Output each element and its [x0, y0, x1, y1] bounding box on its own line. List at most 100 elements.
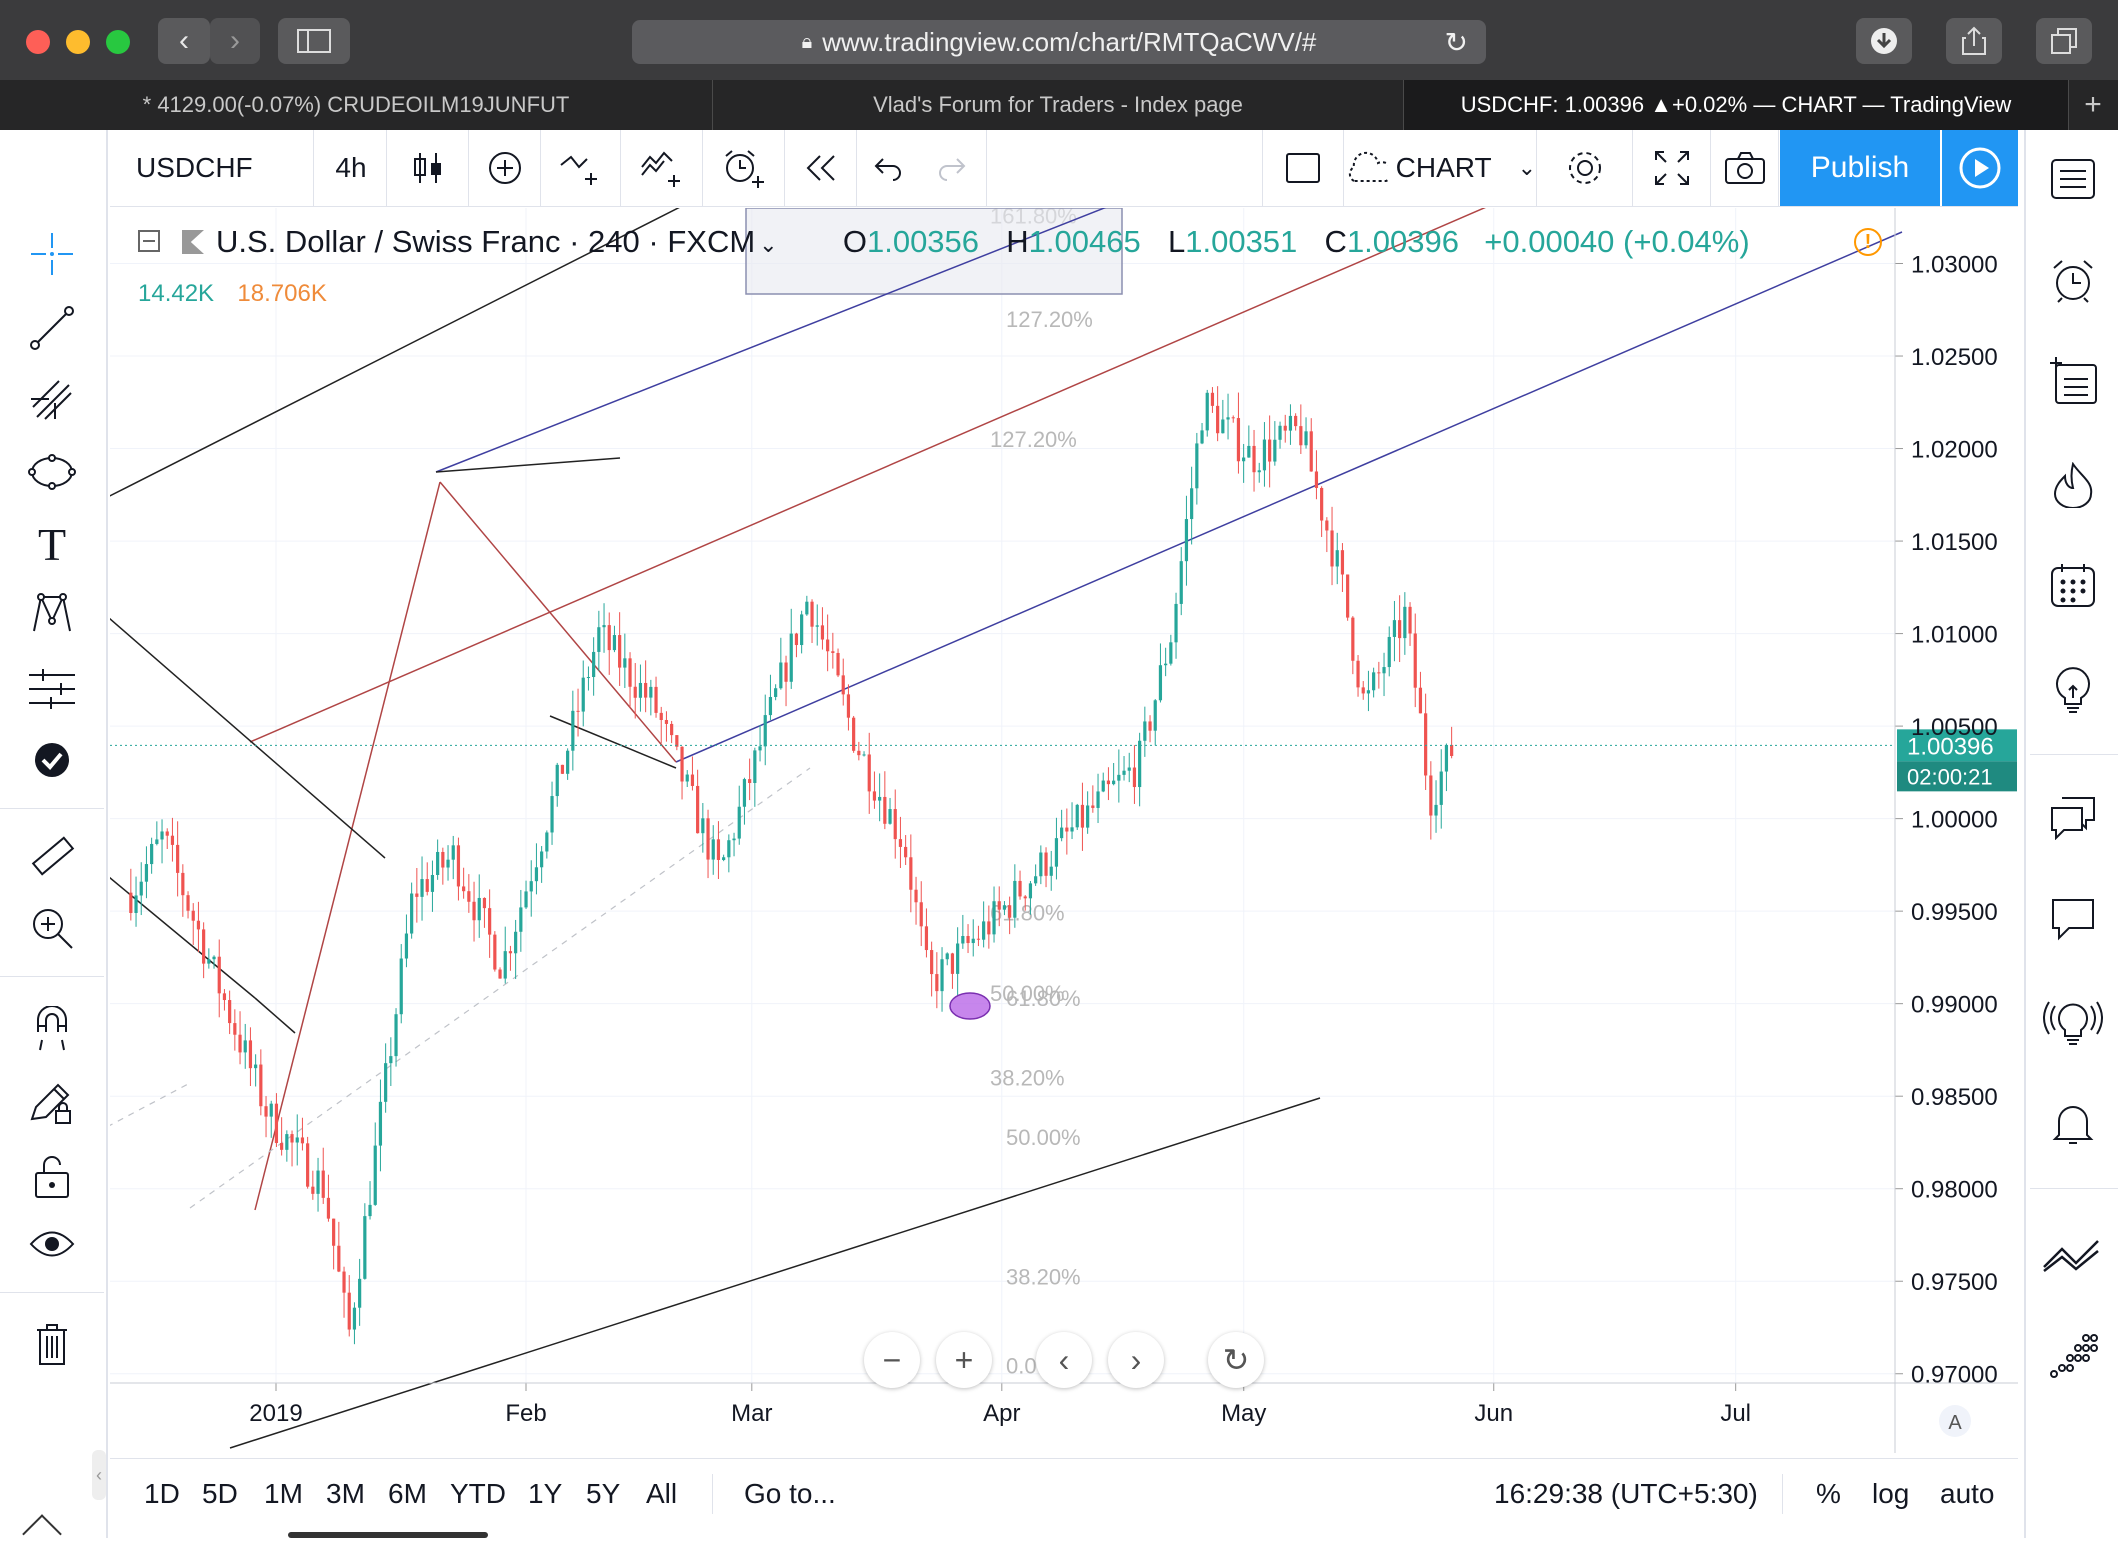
collapse-toolbar-handle[interactable]: ‹: [92, 1450, 106, 1500]
minimize-window-button[interactable]: [66, 30, 90, 54]
remove-drawings-tool[interactable]: [22, 1316, 82, 1372]
percent-scale-toggle[interactable]: %: [1816, 1472, 1841, 1516]
range-5d[interactable]: 5D: [202, 1472, 238, 1516]
close-window-button[interactable]: [26, 30, 50, 54]
layout-menu-button[interactable]: CHART ⌄: [1344, 130, 1537, 206]
plus-icon: +: [954, 1341, 974, 1378]
redo-button[interactable]: [918, 130, 987, 206]
browser-tab-forum[interactable]: Vlad's Forum for Traders - Index page: [713, 80, 1404, 130]
candle-body: [170, 835, 175, 845]
alerts-panel-button[interactable]: [2040, 248, 2106, 314]
ideas-stream-button[interactable]: [2040, 656, 2106, 722]
reload-icon[interactable]: ↻: [1445, 26, 1468, 59]
text-tool[interactable]: T: [22, 516, 82, 572]
compare-symbol-button[interactable]: [470, 130, 541, 206]
auto-scale-toggle[interactable]: auto: [1940, 1472, 1995, 1516]
crosshair-tool[interactable]: [22, 226, 82, 282]
indicators-button[interactable]: [542, 130, 621, 206]
hide-drawings-tool[interactable]: [22, 1216, 82, 1272]
range-6m[interactable]: 6M: [388, 1472, 427, 1516]
lock-all-drawings-tool[interactable]: [22, 1148, 82, 1204]
snapshot-button[interactable]: [1712, 130, 1779, 206]
log-scale-toggle[interactable]: log: [1872, 1472, 1909, 1516]
browser-tab-crudeoil[interactable]: * 4129.00(-0.07%) CRUDEOILM19JUNFUT: [0, 80, 713, 130]
chart-pane[interactable]: 161.80%127.20%61.80%50.00%38.20%127.20%6…: [110, 208, 2018, 1453]
zoom-in-button[interactable]: +: [936, 1332, 992, 1388]
forward-button[interactable]: ›: [210, 18, 260, 64]
range-1y[interactable]: 1Y: [528, 1472, 562, 1516]
measure-tool[interactable]: [22, 828, 82, 884]
flame-icon: [2053, 462, 2093, 508]
scroll-right-button[interactable]: ›: [1108, 1332, 1164, 1388]
range-all[interactable]: All: [646, 1472, 677, 1516]
trend-line-tool[interactable]: [22, 300, 82, 356]
candle-body: [966, 936, 970, 944]
favorites-tool[interactable]: [22, 732, 82, 788]
pattern-icon: [33, 593, 71, 632]
symbol-search[interactable]: USDCHF: [110, 130, 314, 206]
notifications-button[interactable]: [2040, 1090, 2106, 1156]
settings-button[interactable]: [1538, 130, 1633, 206]
range-ytd[interactable]: YTD: [450, 1472, 506, 1516]
fullscreen-layout-button[interactable]: [1262, 130, 1344, 206]
range-1d[interactable]: 1D: [144, 1472, 180, 1516]
hotlists-button[interactable]: [2040, 452, 2106, 518]
zoom-out-button[interactable]: −: [864, 1332, 920, 1388]
back-button[interactable]: ‹: [158, 18, 210, 64]
candle-body: [1268, 439, 1272, 462]
range-1m[interactable]: 1M: [264, 1472, 303, 1516]
candle-body: [326, 1197, 331, 1219]
candle-body: [607, 625, 611, 651]
calendar-button[interactable]: [2040, 552, 2106, 618]
lock-drawing-mode-tool[interactable]: [22, 1074, 82, 1130]
collapse-legend-button[interactable]: [138, 230, 160, 252]
candle-body: [191, 910, 195, 921]
undo-button[interactable]: [858, 130, 918, 206]
chevron-down-icon[interactable]: ⌄: [759, 232, 777, 257]
timezone-clock[interactable]: 16:29:38 (UTC+5:30): [1494, 1472, 1758, 1516]
replay-button[interactable]: [786, 130, 857, 206]
browser-tab-tradingview[interactable]: USDCHF: 1.00396 ▲+0.02% — CHART — Tradin…: [1404, 80, 2069, 130]
sidebar-toggle-button[interactable]: [278, 18, 350, 64]
goto-date-button[interactable]: Go to...: [744, 1472, 836, 1516]
watch-ideas-button[interactable]: [1942, 130, 2018, 206]
tab-overview-button[interactable]: [2036, 18, 2092, 64]
zoom-tool[interactable]: [22, 900, 82, 956]
streams-button[interactable]: [2040, 990, 2106, 1056]
chart-style-button[interactable]: [388, 130, 469, 206]
interval-button[interactable]: 4h: [316, 130, 387, 206]
share-button[interactable]: [1946, 18, 2002, 64]
more-options-button[interactable]: [2040, 1322, 2106, 1388]
trading-panel-button[interactable]: [2040, 1222, 2106, 1288]
fib-tool[interactable]: [22, 372, 82, 428]
alert-button[interactable]: [704, 130, 785, 206]
scroll-left-button[interactable]: ‹: [1036, 1332, 1092, 1388]
price-tick-label: 0.97500: [1911, 1269, 1998, 1296]
data-window-button[interactable]: [2040, 348, 2106, 414]
zoom-window-button[interactable]: [106, 30, 130, 54]
legend-title[interactable]: U.S. Dollar / Swiss Franc · 240 · FXCM: [216, 224, 755, 259]
publish-button[interactable]: Publish: [1780, 130, 1940, 206]
shapes-tool[interactable]: [22, 444, 82, 500]
downloads-button[interactable]: [1856, 18, 1912, 64]
candle-body: [1450, 744, 1454, 756]
prediction-tool[interactable]: [22, 660, 82, 716]
new-tab-button[interactable]: +: [2068, 80, 2118, 130]
warning-icon[interactable]: !: [1854, 228, 1882, 256]
candle-body: [612, 635, 617, 651]
candle-body: [820, 625, 825, 640]
range-3m[interactable]: 3M: [326, 1472, 365, 1516]
price-chart[interactable]: 161.80%127.20%61.80%50.00%38.20%127.20%6…: [110, 208, 2018, 1453]
financials-button[interactable]: [622, 130, 703, 206]
reset-chart-button[interactable]: ↻: [1208, 1332, 1264, 1388]
address-bar[interactable]: 🔒︎ www.tradingview.com/chart/RMTQaCWV/# …: [632, 20, 1486, 64]
scrollbar-thumb[interactable]: [288, 1532, 488, 1538]
fullscreen-button[interactable]: [1634, 130, 1711, 206]
patterns-tool[interactable]: [22, 586, 82, 642]
magnet-tool[interactable]: [22, 1002, 82, 1058]
open-label: O: [842, 224, 867, 259]
public-chats-button[interactable]: [2040, 886, 2106, 952]
range-5y[interactable]: 5Y: [586, 1472, 620, 1516]
chats-button[interactable]: [2040, 784, 2106, 850]
watchlist-button[interactable]: [2040, 146, 2106, 212]
